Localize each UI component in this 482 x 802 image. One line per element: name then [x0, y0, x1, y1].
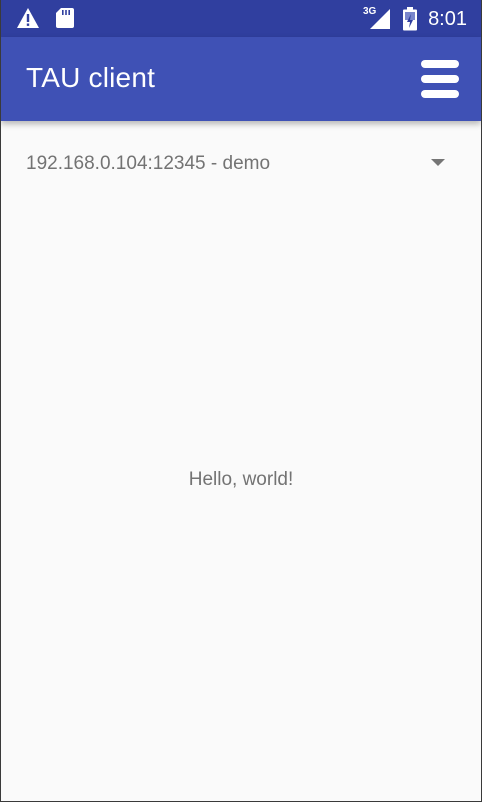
sdcard-icon	[55, 7, 75, 34]
connection-spinner[interactable]: 192.168.0.104:12345 - demo	[1, 121, 481, 207]
app-bar: TAU client	[1, 37, 481, 121]
status-bar: 3G 8:01	[1, 0, 481, 37]
app-screen: 3G 8:01 TAU client 192.168.0.104:12345 -…	[0, 0, 482, 802]
battery-icon	[402, 7, 418, 36]
warning-icon	[16, 7, 40, 34]
dropdown-arrow-icon[interactable]	[431, 159, 445, 166]
hello-message: Hello, world!	[188, 469, 294, 490]
signal-icon	[369, 8, 391, 35]
spinner-selected-value: 192.168.0.104:12345 - demo	[26, 153, 271, 174]
clock: 8:01	[428, 8, 467, 30]
app-title: TAU client	[26, 62, 156, 93]
hamburger-menu-icon[interactable]	[421, 60, 461, 98]
